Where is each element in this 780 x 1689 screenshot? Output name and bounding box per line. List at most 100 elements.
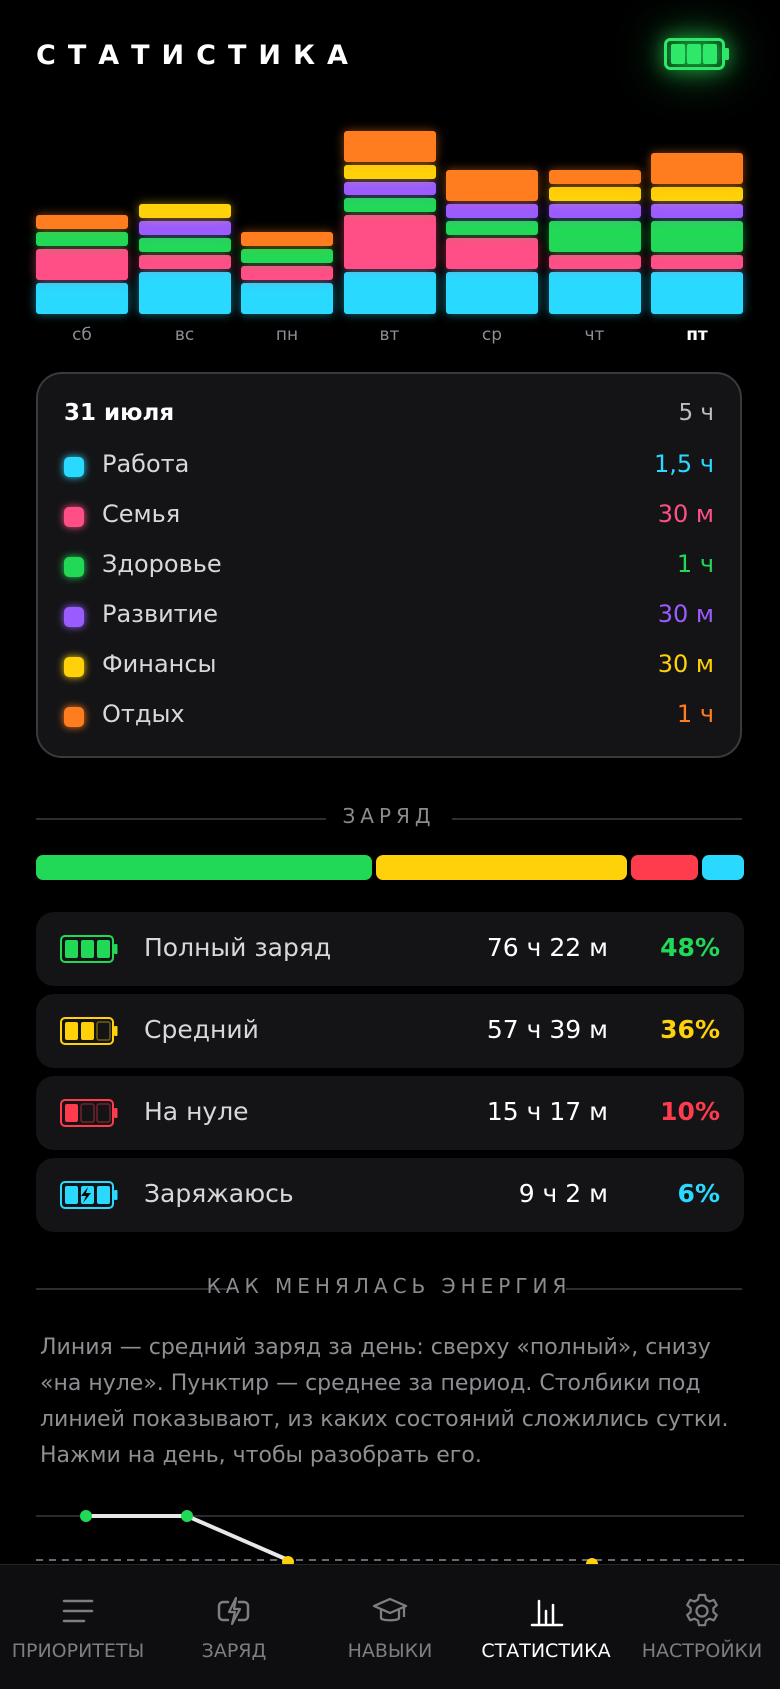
day-label[interactable]: пт xyxy=(647,325,747,345)
category-value: 1,5 ч xyxy=(654,450,714,478)
bar-segment[interactable] xyxy=(446,271,538,314)
category-value: 30 м xyxy=(657,650,714,678)
category-color-dot xyxy=(64,557,84,577)
battery-full-icon xyxy=(60,935,118,963)
bar-segment[interactable] xyxy=(138,237,231,252)
charge-segment-medium xyxy=(375,855,627,880)
weekly-stacked-bar-chart[interactable]: сб вс пн вт ср чт пт xyxy=(0,100,780,360)
nav-priorities[interactable]: ПРИОРИТЕТЫ xyxy=(0,1565,156,1689)
day-label[interactable]: ср xyxy=(442,325,542,345)
bar-segment[interactable] xyxy=(343,130,436,162)
charge-row[interactable]: Полный заряд 76 ч 22 м 48% xyxy=(36,912,744,986)
nav-skills[interactable]: НАВЫКИ xyxy=(312,1565,468,1689)
category-value: 30 м xyxy=(657,600,714,628)
bar-segment[interactable] xyxy=(343,215,436,269)
charge-state-percent: 48% xyxy=(660,933,720,962)
graduation-cap-icon xyxy=(372,1597,408,1622)
charge-state-time: 57 ч 39 м xyxy=(486,1015,608,1044)
bar-segment[interactable] xyxy=(36,215,128,230)
bar-segment[interactable] xyxy=(241,232,333,246)
bar-segment[interactable] xyxy=(651,220,743,252)
bar-segment[interactable] xyxy=(36,249,128,280)
category-row: Отдых 1 ч xyxy=(64,698,714,738)
nav-label: ПРИОРИТЕТЫ xyxy=(11,1640,145,1662)
category-color-dot xyxy=(64,607,84,627)
energy-line-chart[interactable] xyxy=(0,1500,780,1570)
bar-segment[interactable] xyxy=(36,232,128,246)
bar-segment[interactable] xyxy=(651,271,743,314)
category-color-dot xyxy=(64,707,84,727)
bar-segment[interactable] xyxy=(446,237,538,269)
category-name: Работа xyxy=(102,450,190,478)
bar-segment[interactable] xyxy=(651,204,743,218)
charge-state-percent: 10% xyxy=(660,1097,720,1126)
day-label[interactable]: вт xyxy=(340,325,440,345)
bar-segment[interactable] xyxy=(241,249,333,263)
category-row: Финансы 30 м xyxy=(64,648,714,688)
day-label[interactable]: вс xyxy=(135,325,235,345)
nav-charge[interactable]: ЗАРЯД xyxy=(156,1565,312,1689)
energy-section-heading: КАК МЕНЯЛАСЬ ЭНЕРГИЯ xyxy=(36,1274,742,1304)
bar-segment[interactable] xyxy=(548,204,641,218)
bar-segment[interactable] xyxy=(241,265,333,280)
bar-segment[interactable] xyxy=(548,254,641,269)
day-detail-card: 31 июля 5 ч Работа 1,5 ч Семья 30 м Здоровье… xyxy=(36,372,742,758)
bar-segment[interactable] xyxy=(138,254,231,269)
bar-segment[interactable] xyxy=(36,282,128,314)
bar-segment[interactable] xyxy=(651,187,743,201)
charge-segment-charging xyxy=(701,855,744,880)
charge-icon xyxy=(217,1596,250,1626)
bar-segment[interactable] xyxy=(343,164,436,179)
charge-state-label: Заряжаюсь xyxy=(144,1179,294,1208)
day-label[interactable]: чт xyxy=(545,325,645,345)
bar-segment[interactable] xyxy=(343,271,436,314)
bar-segment[interactable] xyxy=(138,204,231,218)
category-color-dot xyxy=(64,457,84,477)
battery-empty-icon xyxy=(60,1099,118,1127)
charge-state-time: 15 ч 17 м xyxy=(486,1097,608,1126)
charge-row[interactable]: Заряжаюсь 9 ч 2 м 6% xyxy=(36,1158,744,1232)
category-color-dot xyxy=(64,507,84,527)
bar-segment[interactable] xyxy=(138,220,231,235)
card-total: 5 ч xyxy=(678,400,714,426)
category-name: Здоровье xyxy=(102,550,222,578)
charge-state-time: 9 ч 2 м xyxy=(518,1179,608,1208)
nav-settings[interactable]: НАСТРОЙКИ xyxy=(624,1565,780,1689)
bar-segment[interactable] xyxy=(446,220,538,235)
bar-segment[interactable] xyxy=(446,170,538,201)
charge-state-label: Средний xyxy=(144,1015,259,1044)
category-color-dot xyxy=(64,657,84,677)
charge-row[interactable]: На нуле 15 ч 17 м 10% xyxy=(36,1076,744,1150)
charge-state-label: На нуле xyxy=(144,1097,249,1126)
gear-icon xyxy=(686,1593,718,1627)
day-label[interactable]: сб xyxy=(32,325,132,345)
nav-label: ЗАРЯД xyxy=(201,1640,267,1662)
charge-row[interactable]: Средний 57 ч 39 м 36% xyxy=(36,994,744,1068)
charge-heading: ЗАРЯД xyxy=(342,804,436,828)
category-value: 1 ч xyxy=(676,700,714,728)
bar-segment[interactable] xyxy=(548,187,641,201)
charge-segment-full xyxy=(36,855,372,880)
bar-segment[interactable] xyxy=(343,181,436,196)
energy-point xyxy=(80,1510,92,1522)
daily-charge-line xyxy=(86,1514,289,1562)
bar-segment[interactable] xyxy=(241,282,333,314)
bar-segment[interactable] xyxy=(138,271,231,314)
category-row: Здоровье 1 ч xyxy=(64,548,714,588)
charge-state-percent: 6% xyxy=(677,1179,720,1208)
battery-charging-icon xyxy=(60,1181,118,1209)
bar-segment[interactable] xyxy=(651,153,743,185)
bar-segment[interactable] xyxy=(651,254,743,269)
energy-description: Линия — средний заряд за день: сверху «п… xyxy=(40,1335,729,1468)
charge-distribution-bar xyxy=(36,855,744,880)
bar-segment[interactable] xyxy=(548,271,641,314)
bar-segment[interactable] xyxy=(548,170,641,185)
battery-medium-icon xyxy=(60,1017,118,1045)
bar-segment[interactable] xyxy=(343,198,436,213)
day-label[interactable]: пн xyxy=(237,325,337,345)
bar-segment[interactable] xyxy=(548,220,641,252)
bar-segment[interactable] xyxy=(446,204,538,218)
battery-full-icon xyxy=(664,38,730,70)
charge-state-time: 76 ч 22 м xyxy=(486,933,608,962)
nav-statistics[interactable]: СТАТИСТИКА xyxy=(468,1565,624,1689)
